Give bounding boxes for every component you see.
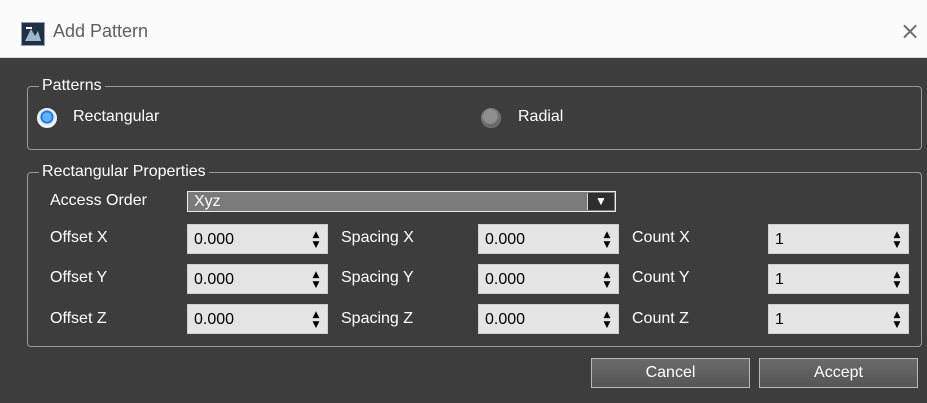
count-x-label: Count X: [632, 229, 690, 246]
spacing-z-spinner[interactable]: 0.000 ▲ ▼: [478, 304, 619, 334]
patterns-group: Patterns: [27, 76, 922, 150]
offset-y-value[interactable]: 0.000: [194, 270, 234, 289]
cancel-button[interactable]: Cancel: [591, 358, 750, 388]
rectangular-properties-legend: Rectangular Properties: [39, 162, 209, 182]
spin-arrows-icon[interactable]: ▲ ▼: [890, 310, 904, 330]
radial-radio[interactable]: [481, 108, 501, 128]
spacing-z-value[interactable]: 0.000: [485, 310, 525, 329]
count-z-value[interactable]: 1: [775, 310, 784, 329]
count-x-value[interactable]: 1: [775, 230, 784, 249]
offset-z-label: Offset Z: [50, 310, 107, 327]
count-z-label: Count Z: [632, 310, 689, 327]
spacing-y-value[interactable]: 0.000: [485, 270, 525, 289]
spacing-y-spinner[interactable]: 0.000 ▲ ▼: [478, 264, 619, 294]
spin-arrows-icon[interactable]: ▲ ▼: [600, 230, 614, 250]
spacing-x-label: Spacing X: [341, 229, 414, 246]
spin-arrows-icon[interactable]: ▲ ▼: [890, 230, 904, 250]
access-order-label: Access Order: [50, 192, 147, 209]
patterns-legend: Patterns: [39, 76, 105, 96]
offset-y-label: Offset Y: [50, 269, 108, 286]
offset-x-spinner[interactable]: 0.000 ▲ ▼: [187, 224, 328, 254]
offset-x-value[interactable]: 0.000: [194, 230, 234, 249]
rectangular-label[interactable]: Rectangular: [73, 107, 159, 127]
app-logo-icon: [21, 22, 45, 46]
spin-arrows-icon[interactable]: ▲ ▼: [309, 310, 323, 330]
dropdown-arrow-icon[interactable]: ▼: [587, 193, 614, 210]
spacing-x-value[interactable]: 0.000: [485, 230, 525, 249]
spin-arrows-icon[interactable]: ▲ ▼: [600, 310, 614, 330]
spacing-y-label: Spacing Y: [341, 269, 414, 286]
spin-arrows-icon[interactable]: ▲ ▼: [309, 270, 323, 290]
spacing-z-label: Spacing Z: [341, 310, 414, 327]
access-order-value: Xyz: [194, 193, 221, 210]
count-y-label: Count Y: [632, 269, 690, 286]
rectangular-radio[interactable]: [37, 108, 57, 128]
add-pattern-dialog: Add Pattern × Patterns Rectangular Radia…: [0, 0, 927, 403]
spin-arrows-icon[interactable]: ▲ ▼: [309, 230, 323, 250]
count-y-value[interactable]: 1: [775, 270, 784, 289]
title-bar: Add Pattern ×: [0, 0, 927, 58]
spacing-x-spinner[interactable]: 0.000 ▲ ▼: [478, 224, 619, 254]
offset-x-label: Offset X: [50, 229, 108, 246]
count-z-spinner[interactable]: 1 ▲ ▼: [768, 304, 909, 334]
spin-arrows-icon[interactable]: ▲ ▼: [600, 270, 614, 290]
offset-y-spinner[interactable]: 0.000 ▲ ▼: [187, 264, 328, 294]
accept-button[interactable]: Accept: [759, 358, 918, 388]
spin-arrows-icon[interactable]: ▲ ▼: [890, 270, 904, 290]
count-x-spinner[interactable]: 1 ▲ ▼: [768, 224, 909, 254]
offset-z-spinner[interactable]: 0.000 ▲ ▼: [187, 304, 328, 334]
close-icon[interactable]: ×: [898, 19, 922, 43]
access-order-dropdown[interactable]: Xyz ▼: [187, 191, 616, 212]
count-y-spinner[interactable]: 1 ▲ ▼: [768, 264, 909, 294]
window-title: Add Pattern: [53, 21, 149, 41]
radial-label[interactable]: Radial: [518, 107, 563, 127]
offset-z-value[interactable]: 0.000: [194, 310, 234, 329]
